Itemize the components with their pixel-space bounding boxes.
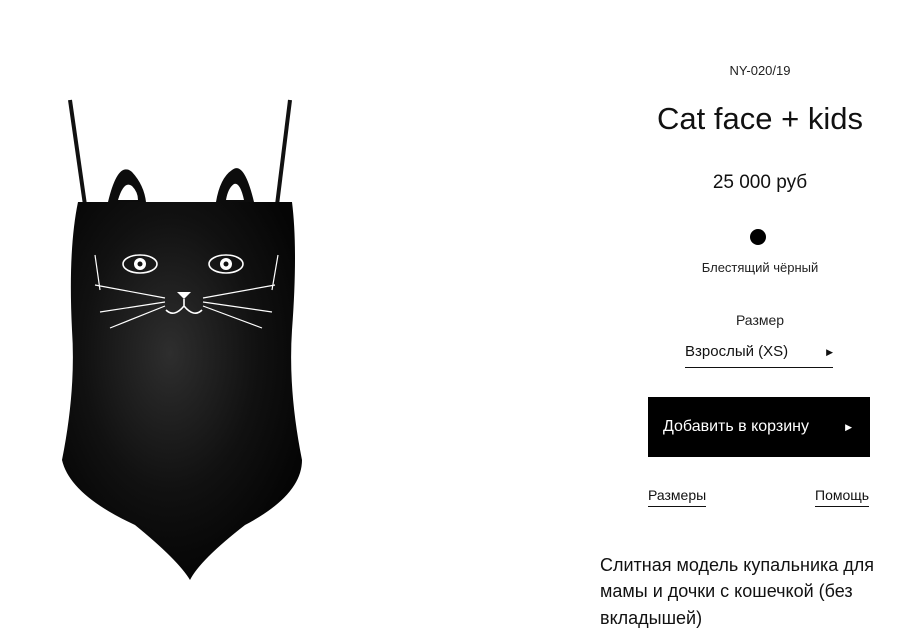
add-to-cart-label: Добавить в корзину [663,418,810,435]
size-label: Размер [735,312,785,328]
product-sku: NY-020/19 [729,63,791,78]
product-title: Cat face + kids [657,101,863,136]
color-name: Блестящий чёрный [701,260,819,275]
caret-right-icon: ▶ [845,422,852,432]
add-to-cart-button[interactable]: Добавить в корзину ▶ [648,397,870,457]
size-select[interactable]: Взрослый (XS) ▶ [685,342,833,368]
product-price: 25 000 руб [712,172,808,193]
product-description: Слитная модель купальника для мамы и доч… [600,555,875,628]
caret-right-icon: ▶ [826,347,833,357]
help-link[interactable]: Помощь [815,487,870,507]
color-swatch-black[interactable] [750,229,766,245]
size-selected-value: Взрослый (XS) [685,343,789,360]
size-guide-link[interactable]: Размеры [648,487,707,507]
product-image [40,90,340,590]
product-info-panel: NY-020/19 Cat face + kids 25 000 руб Бле… [600,0,901,640]
